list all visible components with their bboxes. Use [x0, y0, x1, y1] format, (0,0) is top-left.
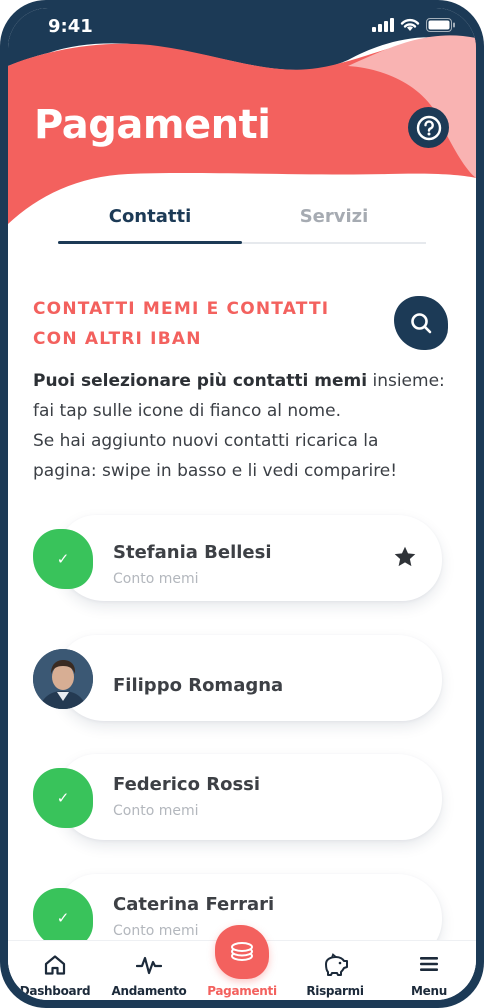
- contact-item[interactable]: Filippo Romagna: [8, 635, 476, 725]
- active-tab-indicator: [58, 241, 242, 244]
- contact-name: Stefania Bellesi: [113, 542, 272, 563]
- section-title-line2: CON ALTRI IBAN: [33, 329, 202, 349]
- star-icon[interactable]: [392, 544, 418, 570]
- app-screen: 9:41 Pagamenti Contatti Servizi CONTATTI…: [8, 8, 476, 1000]
- description-line3: Se hai aggiunto nuovi contatti ricarica …: [33, 431, 379, 451]
- search-icon: [411, 313, 432, 334]
- avatar-photo: [33, 649, 93, 709]
- section-description: Puoi selezionare più contatti memi insie…: [33, 366, 453, 486]
- home-icon: [44, 955, 66, 975]
- description-rest: insieme:: [367, 371, 445, 391]
- device-frame: 9:41 Pagamenti Contatti Servizi CONTATTI…: [0, 0, 484, 1008]
- pulse-icon: [136, 956, 162, 975]
- contact-name: Caterina Ferrari: [113, 894, 275, 915]
- tab-servizi[interactable]: Servizi: [242, 206, 426, 227]
- piggy-bank-icon: [325, 953, 348, 976]
- section-title-line1: CONTATTI MEMI E CONTATTI: [33, 299, 330, 319]
- search-button[interactable]: [394, 296, 448, 350]
- contact-card[interactable]: [58, 754, 442, 840]
- contact-subtitle: Conto memi: [113, 803, 199, 819]
- status-icons: [372, 18, 456, 32]
- avatar[interactable]: [33, 649, 93, 709]
- tab-contatti[interactable]: Contatti: [58, 206, 242, 227]
- battery-icon: [426, 18, 455, 32]
- wifi-icon: [400, 18, 420, 31]
- section-title: CONTATTI MEMI E CONTATTI CON ALTRI IBAN: [33, 294, 363, 354]
- nav-label: Menu: [411, 984, 447, 998]
- menu-icon: [420, 957, 438, 971]
- description-line4: pagina: swipe in basso e li vedi compari…: [33, 461, 398, 481]
- contact-item[interactable]: ✓ Federico Rossi Conto memi: [8, 754, 476, 844]
- signal-icon: [372, 18, 394, 32]
- pagamenti-center-button[interactable]: [215, 925, 269, 979]
- check-icon: ✓: [56, 550, 70, 568]
- contact-name: Federico Rossi: [113, 774, 261, 795]
- tab-bar: Contatti Servizi: [58, 206, 426, 244]
- status-time: 9:41: [48, 16, 93, 37]
- description-line2: fai tap sulle icone di fianco al nome.: [33, 401, 341, 421]
- nav-andamento[interactable]: Andamento: [104, 941, 194, 1000]
- check-icon: ✓: [56, 789, 70, 807]
- help-button[interactable]: [408, 107, 449, 148]
- nav-menu[interactable]: Menu: [384, 941, 474, 1000]
- contact-select-toggle[interactable]: ✓: [33, 768, 93, 828]
- nav-risparmi[interactable]: Risparmi: [290, 941, 380, 1000]
- nav-dashboard[interactable]: Dashboard: [10, 941, 100, 1000]
- description-line1: Puoi selezionare più contatti memi insie…: [33, 366, 453, 396]
- page-title: Pagamenti: [34, 102, 271, 148]
- contact-subtitle: Conto memi: [113, 923, 199, 939]
- contact-subtitle: Conto memi: [113, 571, 199, 587]
- check-icon: ✓: [56, 909, 70, 927]
- contact-item[interactable]: ✓ Stefania Bellesi Conto memi: [8, 515, 476, 605]
- status-bar: 9:41: [8, 8, 476, 48]
- help-icon: [416, 115, 441, 140]
- contact-select-toggle[interactable]: ✓: [33, 888, 93, 948]
- contact-select-toggle[interactable]: ✓: [33, 529, 93, 589]
- coins-icon: [231, 942, 253, 961]
- description-bold: Puoi selezionare più contatti memi: [33, 371, 368, 391]
- contact-name: Filippo Romagna: [113, 675, 284, 696]
